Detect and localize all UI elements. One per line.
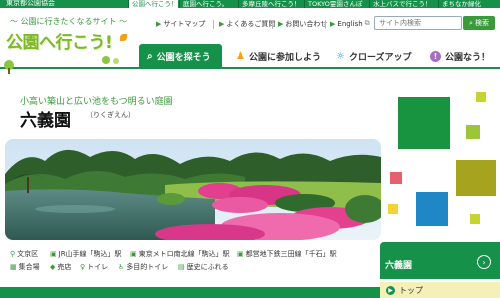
faq-label: よくあるご質問 xyxy=(226,20,276,28)
decorative-square xyxy=(388,204,398,214)
train-icon: ▣ xyxy=(130,250,137,258)
leaf-icon xyxy=(120,34,127,41)
info-facility-accessible-toilet: ♿ 多目的トイレ xyxy=(118,262,168,272)
chevron-right-icon[interactable]: › xyxy=(477,255,491,269)
side-card-name: 六義園 xyxy=(385,261,413,271)
search-button[interactable]: ⌕ 検索 xyxy=(463,16,495,30)
info-facility-history: ▤ 歴史にふれる xyxy=(178,262,229,272)
info-facility-shop: ◆ 売店 xyxy=(50,262,71,272)
nav-label: クローズアップ xyxy=(348,52,412,63)
site-tab-waterbus[interactable]: 水上バスで行こう！ xyxy=(369,0,437,8)
arrow-icon: ▶ xyxy=(156,20,162,28)
info-station-jr: ▣ JR山手線「駒込」駅 xyxy=(50,249,122,259)
info-label: 集合場 xyxy=(18,263,40,271)
site-tab-tama[interactable]: 多摩丘陵へ行こう！ xyxy=(238,0,303,8)
decorative-square xyxy=(456,160,496,196)
info-label: 多目的トイレ xyxy=(126,263,169,271)
english-label: English xyxy=(337,19,363,28)
divider xyxy=(272,20,273,29)
arrow-icon: ▶ xyxy=(330,19,336,28)
info-label: 都営地下鉄三田線「千石」駅 xyxy=(245,250,337,258)
top-strip: 東京都公園協会 公園へ行こう！ 庭園へ行こう。 多摩丘陵へ行こう！ TOKYO霊… xyxy=(0,0,500,8)
nav-closeup[interactable]: ☼ クローズアップ xyxy=(330,44,418,68)
tree-decoration xyxy=(102,56,119,64)
info-label: 歴史にふれる xyxy=(186,263,229,271)
info-station-toei: ▣ 都営地下鉄三田線「千石」駅 xyxy=(237,249,337,259)
decorative-square xyxy=(466,125,480,139)
top-link[interactable]: ▶ トップ xyxy=(380,282,500,298)
nav-find-parks[interactable]: ⌕ 公園を探そう xyxy=(139,44,222,68)
park-reading: （りくぎえん） xyxy=(86,111,135,119)
nav-label: 公園を探そう xyxy=(156,52,211,63)
footer-bar xyxy=(0,287,380,298)
divider xyxy=(325,20,326,29)
top-link-label: トップ xyxy=(399,285,423,295)
info-label: 文京区 xyxy=(17,250,39,258)
decorative-square xyxy=(390,172,402,184)
info-label: 東京メトロ南北線「駒込」駅 xyxy=(138,250,230,258)
search-button-label: 検索 xyxy=(474,19,489,27)
location-pin-icon: ⚲ xyxy=(10,250,16,258)
park-photo xyxy=(5,139,381,240)
arrow-icon: ▶ xyxy=(219,20,225,28)
arrow-icon: ▶ xyxy=(278,20,284,28)
search-icon: ⌕ xyxy=(147,50,153,62)
decorative-square xyxy=(470,214,480,224)
toilet-icon: ♀ xyxy=(80,263,86,271)
info-facility-meeting: ▦ 集合場 xyxy=(10,262,40,272)
english-link[interactable]: ▶ English ⧉ xyxy=(330,19,370,28)
decorative-square xyxy=(476,92,486,102)
contact-label: お問い合わせ xyxy=(285,20,328,28)
nav-label: 公園なう！ xyxy=(445,52,491,63)
sitemap-link[interactable]: ▶ サイトマップ xyxy=(156,19,205,29)
history-icon: ▤ xyxy=(178,263,185,271)
wheelchair-icon: ♿ xyxy=(118,263,125,271)
info-label: 売店 xyxy=(57,263,72,271)
park-name: 六義園 xyxy=(20,111,71,131)
site-tab-greening[interactable]: まちなか緑化 xyxy=(438,0,500,8)
info-address: ⚲ 文京区 xyxy=(10,249,38,259)
info-icon: ! xyxy=(430,50,441,62)
info-label: JR山手線「駒込」駅 xyxy=(58,250,122,258)
lightbulb-icon: ☼ xyxy=(336,50,345,62)
garden-illustration xyxy=(5,139,381,240)
building-icon: ▦ xyxy=(10,263,17,271)
arrow-right-icon: ▶ xyxy=(386,285,395,295)
nav-participate[interactable]: ♟ 公園に参加しよう xyxy=(230,44,327,68)
nav-parks-now[interactable]: ! 公園なう！ xyxy=(424,44,496,68)
site-tab-parks[interactable]: 公園へ行こう！ xyxy=(128,0,178,8)
decorative-square xyxy=(416,192,448,226)
shop-icon: ◆ xyxy=(50,263,56,271)
faq-link[interactable]: ▶ よくあるご質問 xyxy=(219,19,275,29)
site-tab-gardens[interactable]: 庭園へ行こう。 xyxy=(179,0,237,8)
site-tab-cemetery[interactable]: TOKYO霊園さんぽ xyxy=(304,0,368,8)
nav-underline xyxy=(0,67,500,69)
org-name[interactable]: 東京都公園協会 xyxy=(6,0,55,8)
sitemap-label: サイトマップ xyxy=(163,20,206,28)
search-input[interactable] xyxy=(374,16,462,30)
tree-decoration xyxy=(4,60,14,74)
contact-link[interactable]: ▶ お問い合わせ xyxy=(278,19,327,29)
info-station-metro: ▣ 東京メトロ南北線「駒込」駅 xyxy=(130,249,230,259)
park-side-card[interactable]: 六義園 › xyxy=(380,242,500,279)
external-link-icon: ⧉ xyxy=(364,19,370,27)
people-icon: ♟ xyxy=(236,50,245,62)
nav-label: 公園に参加しよう xyxy=(248,52,321,63)
train-icon: ▣ xyxy=(237,250,244,258)
info-facility-toilet: ♀ トイレ xyxy=(80,262,108,272)
logo-text: 公園へ行こう! xyxy=(6,33,113,53)
divider xyxy=(213,20,214,29)
train-icon: ▣ xyxy=(50,250,57,258)
search-icon: ⌕ xyxy=(469,18,473,27)
info-label: トイレ xyxy=(87,263,109,271)
site-tagline: 〜 公園に行きたくなるサイト 〜 xyxy=(10,17,128,26)
decorative-square xyxy=(398,97,450,149)
